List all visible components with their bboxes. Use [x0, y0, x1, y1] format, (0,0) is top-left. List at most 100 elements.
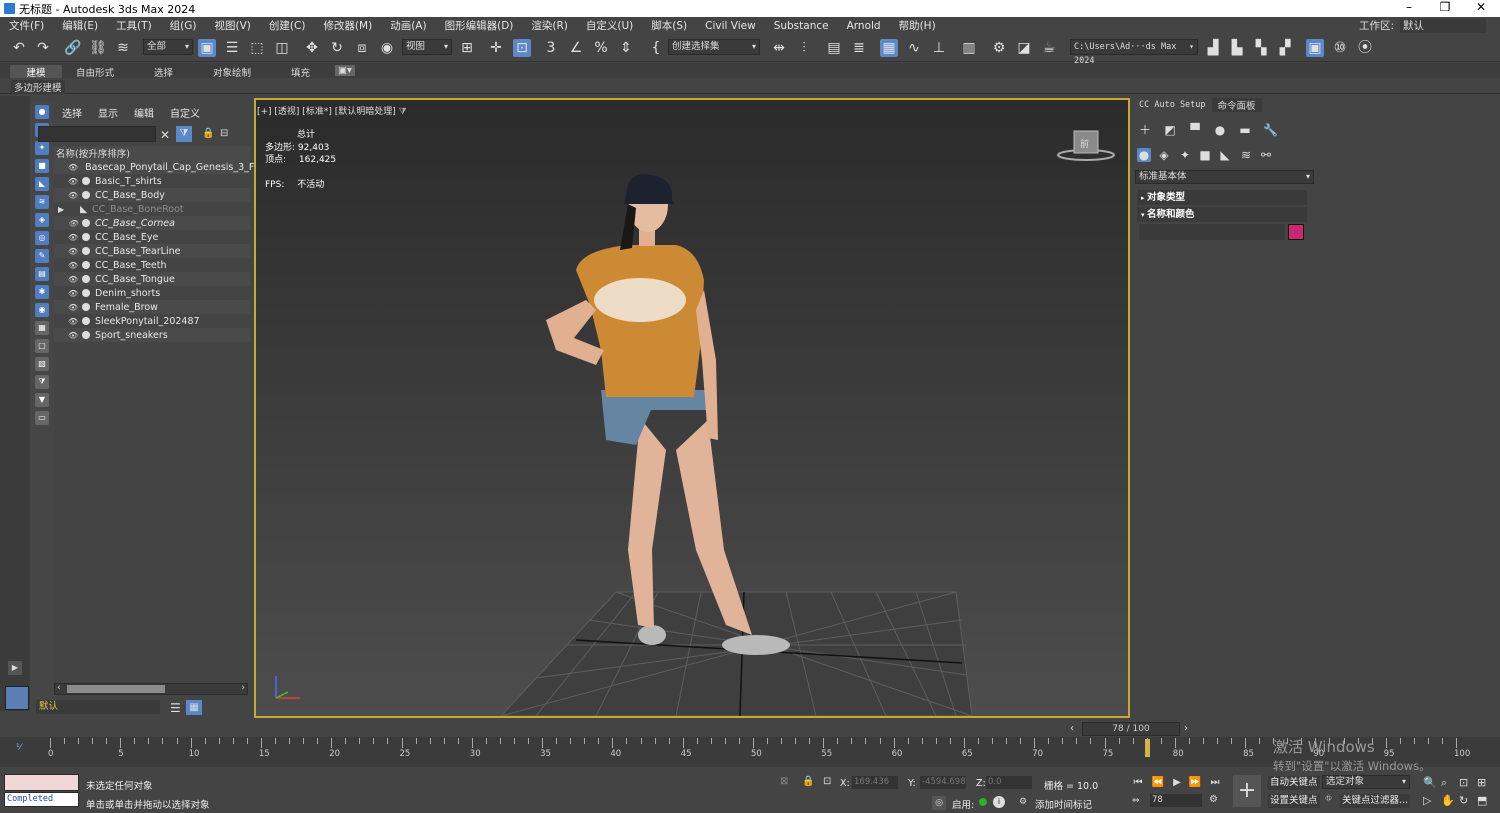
scrollbar-thumb[interactable] — [67, 685, 165, 693]
viewport-filter-icon[interactable]: ⧩ — [399, 107, 407, 117]
enable-status-dot[interactable] — [979, 798, 987, 806]
utilities-tab-icon[interactable]: 🔧 — [1263, 123, 1278, 137]
motion-tab-icon[interactable]: ● — [1213, 123, 1227, 137]
project-folder-icon[interactable]: ▟ — [1204, 39, 1222, 57]
menu-file[interactable]: 文件(F) — [0, 18, 53, 33]
current-frame-input[interactable]: 78 — [1150, 794, 1202, 807]
menu-customize[interactable]: 自定义(U) — [577, 18, 642, 33]
scene-menu-select[interactable]: 选择 — [54, 105, 90, 120]
visibility-dot-icon[interactable] — [82, 191, 90, 199]
list-item[interactable]: 👁 CC_Base_Tongue — [54, 272, 250, 286]
align-icon[interactable]: ⫶ — [795, 39, 813, 57]
eye-icon[interactable]: 👁 — [68, 317, 80, 326]
scene-horizontal-scrollbar[interactable]: ‹ › — [54, 683, 248, 695]
modify-tab-icon[interactable]: ◩ — [1163, 123, 1177, 137]
goto-start-icon[interactable]: ⏮ — [1131, 776, 1145, 790]
info-icon[interactable]: i — [993, 796, 1005, 808]
counter-icon[interactable]: ⑩ — [1331, 39, 1349, 57]
layer-toggle-icon[interactable]: ▦ — [186, 700, 202, 715]
eye-icon[interactable]: 👁 — [68, 247, 80, 256]
display-none-icon[interactable]: ▢ — [35, 339, 49, 353]
container-filter-icon[interactable]: ▤ — [35, 267, 49, 281]
expand-arrow-icon[interactable]: ▶ — [58, 205, 80, 214]
current-frame-marker[interactable] — [1144, 739, 1150, 757]
snap-3d-icon[interactable]: 3 — [542, 39, 560, 57]
project-settings-icon[interactable]: ▞ — [1276, 39, 1294, 57]
list-header[interactable]: 名称(按升序排序) — [54, 146, 250, 160]
eye-icon[interactable]: 👁 — [68, 233, 80, 242]
shapes-icon[interactable]: ◈ — [1157, 148, 1171, 162]
visibility-dot-icon[interactable] — [82, 247, 90, 255]
goto-end-icon[interactable]: ⏭ — [1208, 776, 1222, 790]
menu-scripting[interactable]: 脚本(S) — [642, 18, 696, 33]
rendered-frame-icon[interactable]: ◪ — [1015, 39, 1033, 57]
window-crossing-icon[interactable]: ◫ — [273, 39, 291, 57]
angle-snap-icon[interactable]: ∠ — [567, 39, 585, 57]
ribbon-tab-modeling[interactable]: 建模 — [10, 65, 62, 79]
time-slider[interactable]: ‹ 78 / 100 › — [1070, 722, 1192, 736]
menu-group[interactable]: 组(G) — [161, 18, 206, 33]
menu-views[interactable]: 视图(V) — [206, 18, 260, 33]
viewcube[interactable]: 前 — [1056, 125, 1116, 165]
menu-animation[interactable]: 动画(A) — [381, 18, 435, 33]
bone-filter-icon[interactable]: ✎ — [35, 249, 49, 263]
render-setup-icon[interactable]: ⚙ — [990, 39, 1008, 57]
zoom-extents-icon[interactable]: ⊡ — [1459, 776, 1468, 789]
selected-object-dropdown[interactable]: 选定对象 — [1322, 775, 1410, 789]
layer-explorer-icon[interactable]: ≣ — [850, 39, 868, 57]
time-tag-icon[interactable]: ⚙ — [1019, 797, 1027, 807]
list-item[interactable]: 👁 CC_Base_Body — [54, 188, 250, 202]
project-new-icon[interactable]: ▚ — [1252, 39, 1270, 57]
prev-frame-icon[interactable]: ‹ — [1070, 723, 1074, 734]
menu-help[interactable]: 帮助(H) — [890, 18, 945, 33]
eye-icon[interactable]: 👁 — [68, 163, 78, 172]
scene-search-input[interactable] — [38, 126, 156, 142]
perspective-viewport[interactable] — [254, 98, 1130, 718]
list-item[interactable]: ▶ ◣ CC_Base_BoneRoot — [54, 202, 250, 216]
maxscript-listener-input[interactable] — [4, 774, 79, 791]
tab-command-panel[interactable]: 命令面板 — [1211, 98, 1262, 112]
hidden-filter-icon[interactable]: ◉ — [35, 303, 49, 317]
menu-create[interactable]: 创建(C) — [260, 18, 315, 33]
frozen-filter-icon[interactable]: ✱ — [35, 285, 49, 299]
display-tab-icon[interactable]: ▬ — [1238, 123, 1252, 137]
layer-dropdown[interactable]: 默认 — [36, 700, 160, 714]
visibility-dot-icon[interactable] — [82, 219, 90, 227]
undo-icon[interactable]: ↶ — [10, 39, 28, 57]
invert-display-icon[interactable]: ▧ — [35, 357, 49, 371]
move-icon[interactable]: ✥ — [303, 39, 321, 57]
workspace-value[interactable]: 默认 — [1400, 18, 1486, 33]
selection-lock-icon[interactable]: 🔒 — [802, 776, 814, 787]
material-editor-icon[interactable]: ▥ — [960, 39, 978, 57]
lock-icon[interactable]: 🔒 — [202, 128, 214, 139]
hierarchy-tab-icon[interactable]: ▀ — [1188, 123, 1202, 137]
render-icon[interactable]: ☕ — [1040, 39, 1058, 57]
spacewarps-icon[interactable]: ≋ — [1239, 148, 1253, 162]
place-icon[interactable]: ◉ — [378, 39, 396, 57]
select-by-name-icon[interactable]: ☰ — [223, 39, 241, 57]
spacewarp-filter-icon[interactable]: ≋ — [35, 195, 49, 209]
ribbon-tab-populate[interactable]: 填充 — [291, 65, 310, 79]
filter-funnel-icon[interactable]: ⧩ — [35, 375, 49, 389]
named-selection-dropdown[interactable]: 创建选择集 — [668, 39, 760, 55]
toggle-ribbon-icon[interactable]: ▦ — [880, 39, 898, 57]
list-item[interactable]: 👁 CC_Base_Eye — [54, 230, 250, 244]
tab-cc-auto-setup[interactable]: CC Auto Setup — [1133, 100, 1212, 110]
keyboard-shortcut-icon[interactable]: ⊡ — [513, 39, 531, 57]
zoom-icon[interactable]: 🔍 — [1423, 776, 1437, 789]
eye-icon[interactable]: 👁 — [68, 331, 80, 340]
curve-editor-icon[interactable]: ∿ — [905, 39, 923, 57]
eye-icon[interactable]: 👁 — [68, 177, 80, 186]
viewcube-front-label[interactable]: 前 — [1080, 137, 1089, 150]
menu-edit[interactable]: 编辑(E) — [53, 18, 107, 33]
visibility-dot-icon[interactable] — [82, 303, 90, 311]
visibility-dot-icon[interactable] — [82, 177, 90, 185]
filter-toggle-icon[interactable]: ⧩ — [176, 126, 192, 142]
y-coord-input[interactable]: -4594.698 — [920, 776, 966, 789]
link-icon[interactable]: 🔗 — [64, 39, 82, 57]
time-slider-thumb[interactable]: 78 / 100 — [1082, 722, 1180, 736]
key-filters-button[interactable]: 关键点过滤器... — [1340, 794, 1411, 808]
next-frame-icon[interactable]: › — [1184, 723, 1188, 734]
menu-substance[interactable]: Substance — [765, 20, 838, 32]
ribbon-tab-object-paint[interactable]: 对象绘制 — [213, 65, 251, 79]
